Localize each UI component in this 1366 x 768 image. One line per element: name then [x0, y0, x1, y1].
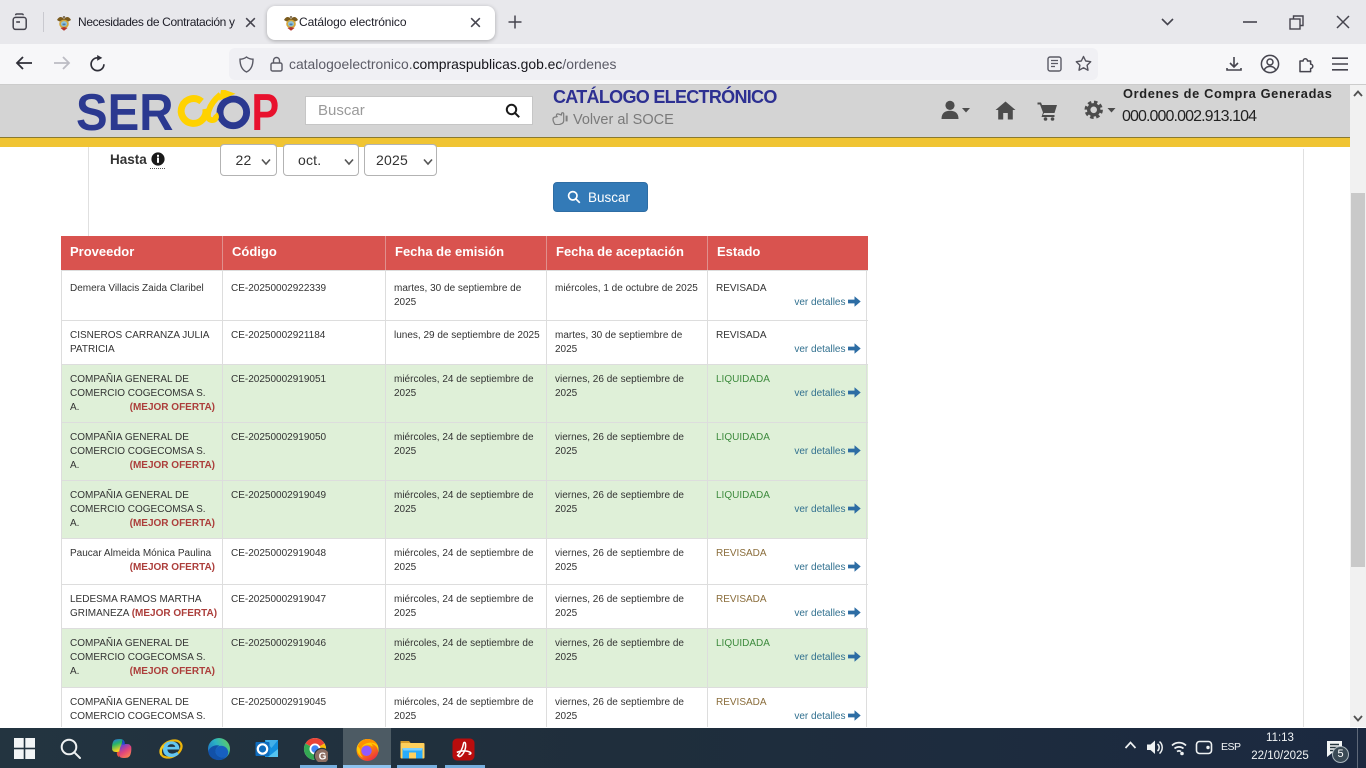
svg-text:P: P [252, 90, 280, 136]
svg-text:G: G [319, 752, 327, 763]
svg-text:SER: SER [76, 90, 174, 136]
